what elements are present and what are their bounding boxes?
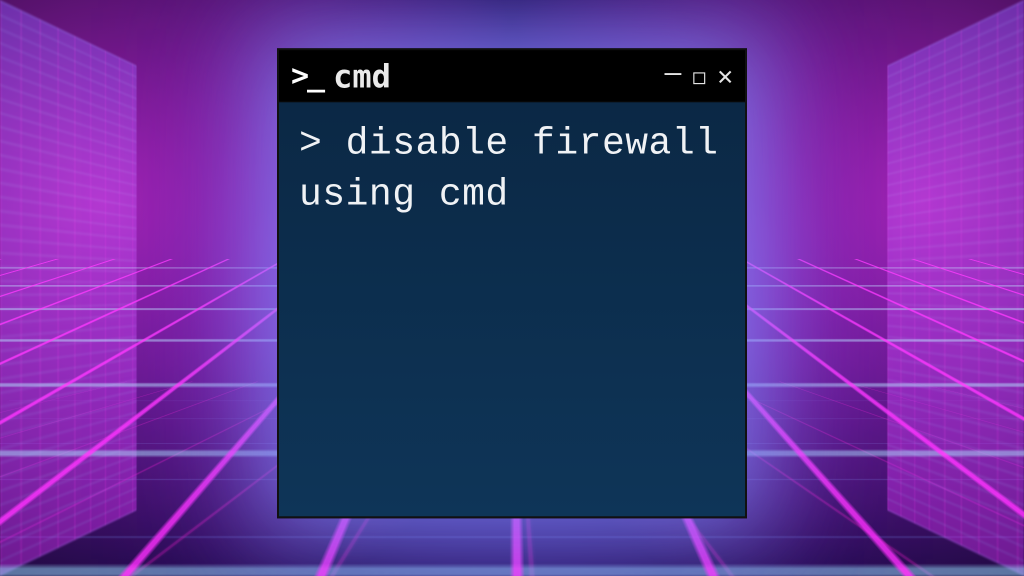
terminal-body[interactable]: > disable firewall using cmd <box>279 102 745 516</box>
titlebar[interactable]: >_ cmd – □ ✕ <box>279 50 745 102</box>
maximize-button[interactable]: □ <box>693 66 705 86</box>
close-button[interactable]: ✕ <box>717 63 733 89</box>
bg-panel-right <box>887 0 1024 576</box>
bg-panel-left <box>0 0 137 576</box>
prompt-symbol: > <box>299 122 346 165</box>
terminal-window: >_ cmd – □ ✕ > disable firewall using cm… <box>277 48 747 518</box>
window-controls: – □ ✕ <box>664 62 733 90</box>
terminal-prompt-icon: >_ <box>291 61 323 91</box>
command-text: disable firewall using cmd <box>299 122 718 216</box>
command-line: > disable firewall using cmd <box>299 118 725 221</box>
window-title: cmd <box>333 57 654 95</box>
minimize-button[interactable]: – <box>664 58 681 86</box>
